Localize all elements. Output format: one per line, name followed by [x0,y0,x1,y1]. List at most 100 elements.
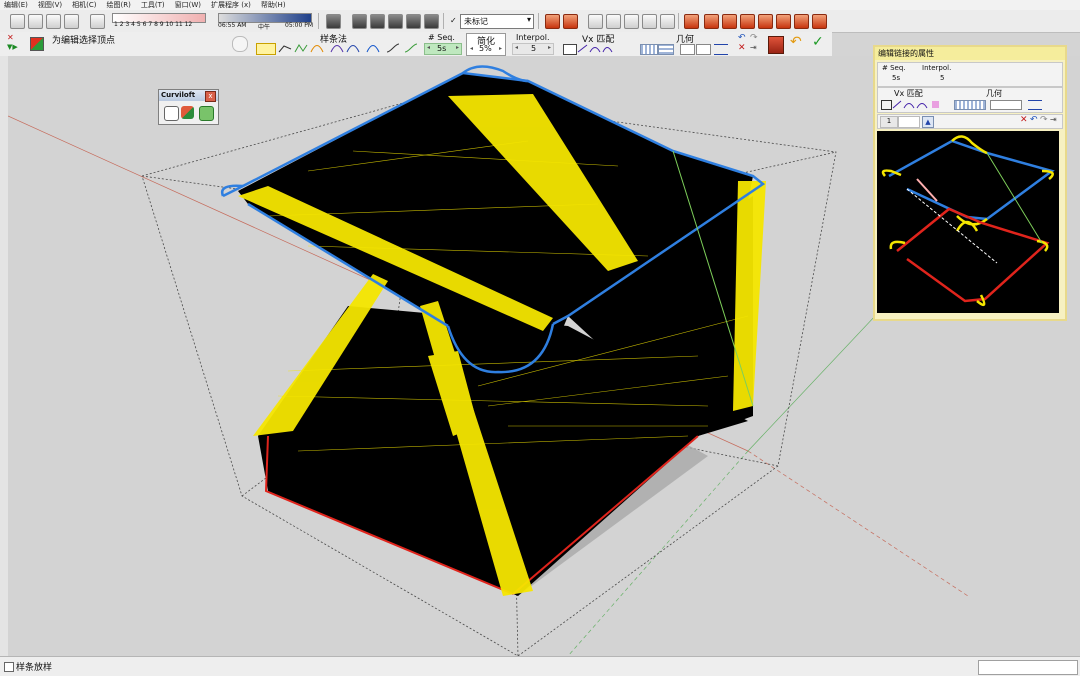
measurements-box[interactable] [978,660,1078,675]
sandbox-stamp-icon[interactable] [740,14,755,29]
panel-interpol-value[interactable]: 5 [940,74,944,82]
preview-canvas [881,135,1055,307]
select-icon[interactable] [10,14,25,29]
layer-dropdown-value: 未标记 [464,17,488,26]
view-front-icon[interactable] [624,14,639,29]
cancel-icon[interactable]: ✕ [738,43,746,53]
layer-dropdown[interactable]: 未标记 ▾ [460,14,534,29]
panel-preview[interactable] [877,131,1059,313]
spline-polyline-icon[interactable] [278,43,292,53]
panel-cancel-icon[interactable]: ✕ [1020,115,1028,125]
geometry-grid-icon[interactable] [640,44,658,55]
menu-extensions[interactable]: 扩展程序 (x) [211,0,251,10]
menu-camera[interactable]: 相机(C) [72,0,96,10]
match-curves-icon[interactable] [577,43,613,53]
exit-door-icon[interactable] [768,36,784,54]
panel-seq-value[interactable]: 5s [892,74,900,82]
section-plane-icon[interactable] [545,14,560,29]
menu-window[interactable]: 窗口(W) [175,0,201,10]
sandbox-detail-icon[interactable] [776,14,791,29]
panel-tab-1[interactable]: 1 [880,116,898,128]
link-properties-panel: 编辑链接的属性 # Seq. 5s Interpol. 5 Vx 匹配 几何 1… [873,45,1067,321]
interpol-stepper[interactable]: ◂ 5 ▸ [512,43,554,55]
menu-help[interactable]: 帮助(H) [261,0,286,10]
view-back-icon[interactable] [660,14,675,29]
loft-by-path-icon[interactable] [181,106,194,119]
curviloft-toolbar: ✕ ▼▶ 为编辑选择顶点 样条法 # Seq. ◂ 5s ▸ 简化 ◂ 5% ▸… [0,32,832,57]
menu-view[interactable]: 视图(V) [38,0,62,10]
validate-check-icon[interactable]: ✓ [812,34,824,50]
status-bar: 样条放样 [0,656,1080,676]
panel-match-curves-icon[interactable] [892,99,942,109]
view-top-icon[interactable] [606,14,621,29]
style-xray-icon[interactable] [352,14,367,29]
panel-tab-2[interactable] [898,116,920,128]
home-view-icon[interactable] [28,14,43,29]
panel-skip-icon[interactable]: ⇥ [1050,115,1057,124]
play-icon[interactable]: ▼▶ [7,43,18,51]
sandbox-scratch-icon[interactable] [704,14,719,29]
skinning-icon[interactable] [199,106,214,121]
validate-back-icon[interactable]: ↶ [790,34,802,50]
month-scale: 1 2 3 4 5 6 7 8 9 10 11 12 [114,21,193,28]
vertex-edit-icon[interactable] [30,37,44,51]
refresh-icon[interactable] [232,36,248,52]
spline-straight-icon[interactable] [256,43,276,55]
shadow-icon[interactable] [326,14,341,29]
spline-curve-icon[interactable] [310,43,324,53]
geometry-rows-icon[interactable] [658,44,674,55]
view-right-icon[interactable] [642,14,657,29]
panel-tab-row: 1 ▲ ✕ ↶ ↷ ⇥ [877,114,1063,129]
section-display-icon[interactable] [563,14,578,29]
panel-geometry-quad-icon[interactable] [990,100,1022,110]
component-icon[interactable] [64,14,79,29]
panel-interpol-label: Interpol. [922,64,952,72]
style-texture-icon[interactable] [424,14,439,29]
panel-undo-icon[interactable]: ↶ [1030,115,1038,125]
info-icon[interactable] [4,662,14,672]
spline-bezier-icon[interactable] [330,43,344,53]
panel-match-row: Vx 匹配 几何 [877,87,1063,113]
close-icon[interactable]: ✕ [7,33,14,42]
close-icon[interactable]: x [205,91,216,102]
geometry-lines-icon[interactable] [714,44,728,55]
sandbox-extra-icon[interactable] [812,14,827,29]
match-equal-icon[interactable] [563,44,577,55]
status-text: 样条放样 [16,663,53,673]
redo-icon[interactable]: ↷ [750,33,758,43]
interpol-value: 5 [531,44,537,53]
style-hidden-icon[interactable] [388,14,403,29]
menu-draw[interactable]: 绘图(R) [107,0,131,10]
spline-zigzag-icon[interactable] [294,43,308,53]
geometry-quad-icon[interactable] [680,44,695,55]
spline-s2-icon[interactable] [404,43,418,53]
spline-arc-icon[interactable] [346,43,360,53]
undo-icon[interactable]: ↶ [738,33,746,43]
panel-match-equal-icon[interactable] [881,100,892,110]
skip-icon[interactable]: ⇥ [750,43,757,52]
sandbox-drape-icon[interactable] [758,14,773,29]
view-iso-icon[interactable] [588,14,603,29]
house-icon[interactable] [46,14,61,29]
panel-redo-icon[interactable]: ↷ [1040,115,1048,125]
panel-geometry-lines-icon[interactable] [1028,100,1042,110]
sandbox-contour-icon[interactable] [684,14,699,29]
style-wireframe-icon[interactable] [370,14,385,29]
geometry-tri-icon[interactable] [696,44,711,55]
sandbox-flip-icon[interactable] [794,14,809,29]
time-am: 06:55 AM [218,22,247,29]
spline-cubic-icon[interactable] [366,43,380,53]
seq-stepper[interactable]: ◂ 5s ▸ [424,43,462,55]
time-pm: 05:00 PM [285,22,313,29]
loft-by-spline-icon[interactable] [164,106,179,121]
eraser-icon[interactable] [90,14,105,29]
sandbox-smoove-icon[interactable] [722,14,737,29]
curviloft-palette: Curviloft x [158,89,219,125]
simplify-field[interactable]: 简化 ◂ 5% ▸ [466,33,506,56]
menu-edit[interactable]: 编辑(E) [4,0,28,10]
triangle-up-icon[interactable]: ▲ [922,116,934,128]
panel-geometry-grid-icon[interactable] [954,100,986,110]
spline-s-icon[interactable] [386,43,400,53]
style-shaded-icon[interactable] [406,14,421,29]
menu-tools[interactable]: 工具(T) [141,0,165,10]
